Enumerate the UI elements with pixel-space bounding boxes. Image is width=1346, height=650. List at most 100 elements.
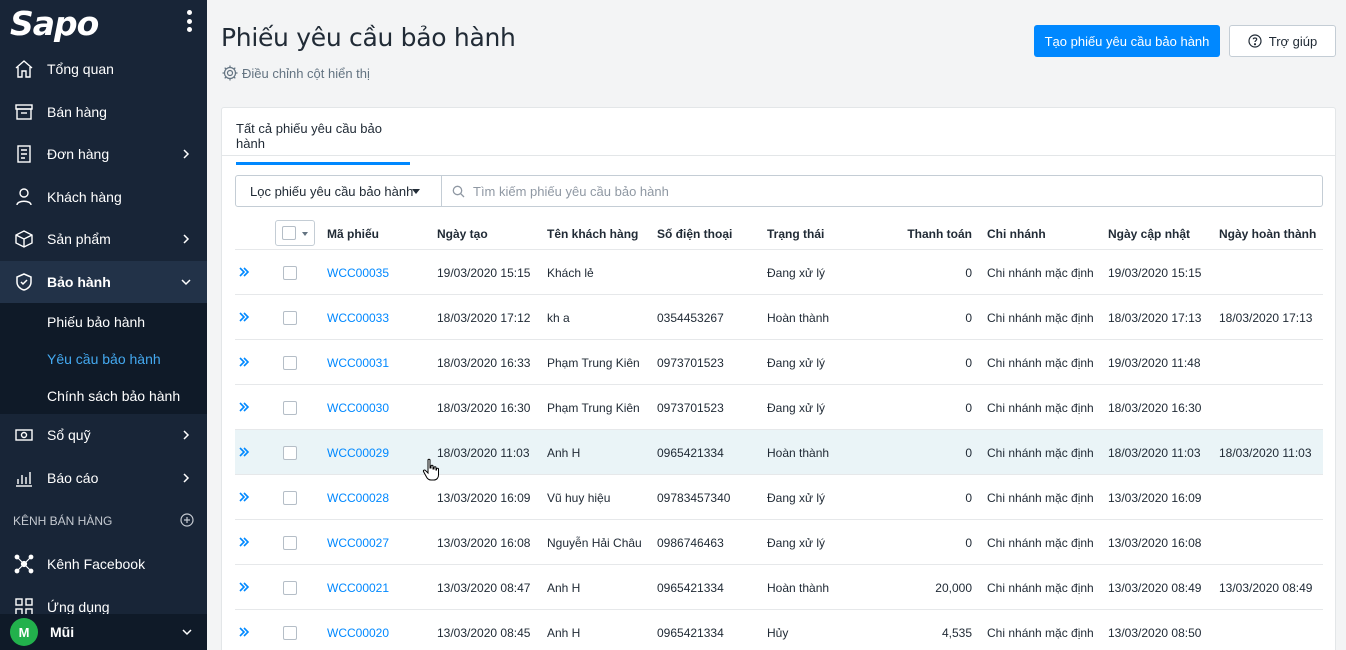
sidebar-item-warranty[interactable]: Bảo hành [0, 260, 207, 303]
table-row[interactable]: WCC00031 18/03/2020 16:33 Phạm Trung Kiên 0… [235, 340, 1323, 385]
row-checkbox[interactable] [283, 356, 297, 370]
cell-created: 18/03/2020 11:03 [437, 446, 530, 460]
table-row[interactable]: WCC00035 19/03/2020 15:15 Khách lẻ Đang xử … [235, 250, 1323, 295]
col-header-created[interactable]: Ngày tạo [437, 227, 488, 241]
cell-payment: 0 [965, 491, 972, 505]
row-checkbox[interactable] [283, 581, 297, 595]
more-menu-icon[interactable] [187, 10, 193, 32]
sidebar-item-sales[interactable]: Bán hàng [0, 91, 207, 134]
sidebar-subitem-warranty-requests[interactable]: Yêu cầu bảo hành [0, 340, 207, 377]
sidebar-item-customers[interactable]: Khách hàng [0, 176, 207, 219]
cell-updated: 13/03/2020 16:08 [1108, 536, 1202, 550]
checkbox [282, 226, 296, 240]
help-button-label: Trợ giúp [1268, 33, 1318, 49]
col-header-payment[interactable]: Thanh toán [907, 227, 972, 241]
sales-channels-section: KÊNH BÁN HÀNG [0, 499, 207, 543]
expand-row-icon[interactable] [238, 625, 250, 639]
expand-row-icon[interactable] [238, 535, 250, 549]
table-header: Mã phiếu Ngày tạo Tên khách hàng Số điện… [235, 218, 1323, 250]
cell-code[interactable]: WCC00020 [327, 626, 389, 640]
expand-row-icon[interactable] [238, 490, 250, 504]
tab-all-requests[interactable]: Tất cả phiếu yêu cầu bảo hành [236, 121, 410, 165]
sidebar-item-reports[interactable]: Báo cáo [0, 457, 207, 500]
chevron-down-icon [181, 279, 191, 285]
table-row[interactable]: WCC00027 13/03/2020 16:08 Nguyễn Hải Châu 0… [235, 520, 1323, 565]
row-checkbox[interactable] [283, 311, 297, 325]
row-checkbox[interactable] [283, 491, 297, 505]
cell-code[interactable]: WCC00028 [327, 491, 389, 505]
col-header-completed[interactable]: Ngày hoàn thành [1219, 227, 1316, 241]
col-header-status[interactable]: Trạng thái [767, 227, 824, 241]
cell-code[interactable]: WCC00029 [327, 446, 389, 460]
cell-payment: 4,535 [941, 626, 972, 640]
expand-row-icon[interactable] [238, 355, 250, 369]
cell-created: 19/03/2020 15:15 [437, 266, 531, 280]
cell-code[interactable]: WCC00027 [327, 536, 389, 550]
col-header-code[interactable]: Mã phiếu [327, 227, 379, 241]
col-header-updated[interactable]: Ngày cập nhật [1108, 227, 1190, 241]
sidebar-item-label: Ứng dụng [47, 598, 110, 615]
sidebar-item-label: Tổng quan [47, 61, 114, 78]
expand-row-icon[interactable] [238, 265, 250, 279]
report-icon [14, 468, 34, 488]
help-button[interactable]: Trợ giúp [1229, 25, 1336, 57]
row-checkbox[interactable] [283, 401, 297, 415]
user-menu[interactable]: M Mũi [0, 614, 207, 650]
add-channel-icon[interactable] [180, 513, 194, 527]
sidebar-subitem-warranty-policy[interactable]: Chính sách bảo hành [0, 377, 207, 414]
create-warranty-request-button[interactable]: Tạo phiếu yêu cầu bảo hành [1034, 25, 1220, 57]
row-checkbox[interactable] [283, 626, 297, 640]
row-checkbox[interactable] [283, 536, 297, 550]
cell-customer: Phạm Trung Kiên [547, 356, 640, 370]
search-box [442, 175, 1323, 207]
sidebar-item-label: Đơn hàng [47, 146, 110, 163]
table-row[interactable]: WCC00029 18/03/2020 11:03 Anh H 0965421334 H… [235, 430, 1323, 475]
cell-created: 18/03/2020 17:12 [437, 311, 531, 325]
cart-icon [14, 102, 34, 122]
cell-code[interactable]: WCC00021 [327, 581, 389, 595]
col-header-branch[interactable]: Chi nhánh [987, 227, 1046, 241]
sidebar-item-orders[interactable]: Đơn hàng [0, 133, 207, 176]
expand-row-icon[interactable] [238, 310, 250, 324]
table-row[interactable]: WCC00033 18/03/2020 17:12 kh a 0354453267 Ho… [235, 295, 1323, 340]
row-checkbox[interactable] [283, 266, 297, 280]
sidebar-item-products[interactable]: Sản phẩm [0, 218, 207, 261]
requests-table: Mã phiếu Ngày tạo Tên khách hàng Số điện… [235, 218, 1323, 650]
filter-dropdown[interactable]: Lọc phiếu yêu cầu bảo hành [235, 175, 442, 207]
cell-status: Đang xử lý [767, 356, 826, 370]
sidebar-item-cashbook[interactable]: Sổ quỹ [0, 414, 207, 457]
question-icon [1248, 34, 1262, 48]
search-input[interactable] [473, 183, 1073, 199]
row-checkbox[interactable] [283, 446, 297, 460]
chevron-right-icon [183, 430, 190, 440]
cell-code[interactable]: WCC00035 [327, 266, 389, 280]
adjust-columns-link[interactable]: Điều chỉnh cột hiển thị [221, 64, 370, 82]
col-header-phone[interactable]: Số điện thoại [657, 227, 732, 241]
select-all-checkbox[interactable] [275, 220, 315, 246]
expand-row-icon[interactable] [238, 580, 250, 594]
table-row[interactable]: WCC00021 13/03/2020 08:47 Anh H 0965421334 H… [235, 565, 1323, 610]
cell-customer: Anh H [547, 626, 581, 640]
sidebar-subitem-warranty-cards[interactable]: Phiếu bảo hành [0, 303, 207, 340]
table-row[interactable]: WCC00028 13/03/2020 16:09 Vũ huy hiệu 09783… [235, 475, 1323, 520]
cell-status: Đang xử lý [767, 536, 826, 550]
cell-branch: Chi nhánh mặc định [987, 446, 1094, 460]
user-name: Mũi [50, 624, 75, 640]
expand-row-icon[interactable] [238, 400, 250, 414]
cell-created: 13/03/2020 16:08 [437, 536, 531, 550]
sidebar-item-overview[interactable]: Tổng quan [0, 48, 207, 91]
section-title: KÊNH BÁN HÀNG [13, 514, 113, 528]
cell-customer: Khách lẻ [547, 266, 594, 280]
sapo-logo[interactable]: Sapo [10, 4, 99, 43]
expand-row-icon[interactable] [238, 445, 250, 459]
col-header-customer[interactable]: Tên khách hàng [547, 227, 638, 241]
cell-code[interactable]: WCC00031 [327, 356, 389, 370]
cell-code[interactable]: WCC00033 [327, 311, 389, 325]
filter-row: Lọc phiếu yêu cầu bảo hành [235, 175, 1323, 207]
gear-icon [222, 65, 238, 81]
sidebar-item-facebook[interactable]: Kênh Facebook [0, 543, 207, 586]
cell-payment: 0 [965, 536, 972, 550]
cell-code[interactable]: WCC00030 [327, 401, 389, 415]
table-row[interactable]: WCC00030 18/03/2020 16:30 Phạm Trung Kiên 0… [235, 385, 1323, 430]
table-row[interactable]: WCC00020 13/03/2020 08:45 Anh H 0965421334 H… [235, 610, 1323, 650]
